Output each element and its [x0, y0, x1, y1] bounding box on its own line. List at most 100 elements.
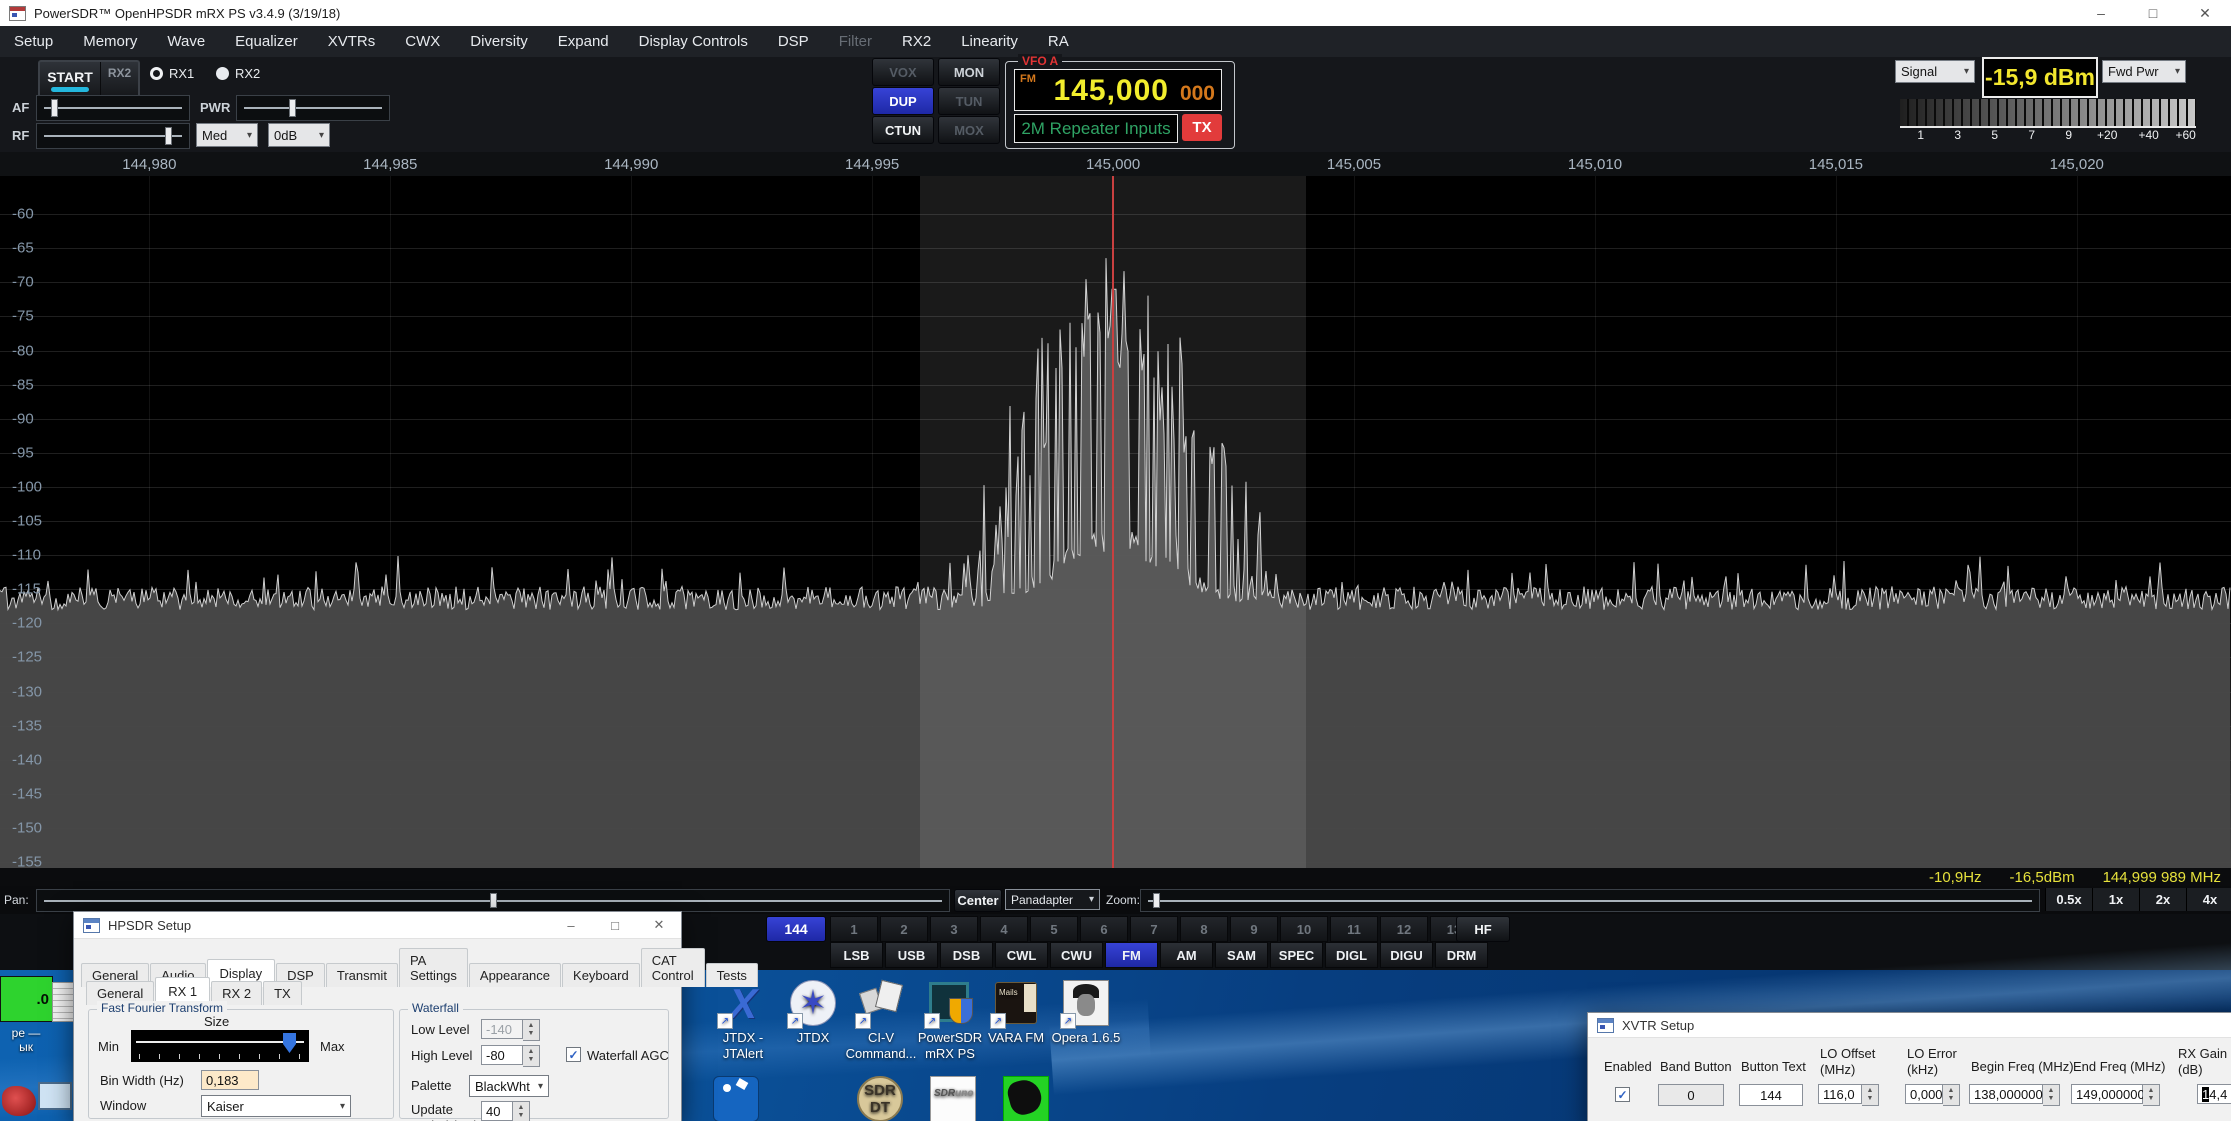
- mode-dsb-button[interactable]: DSB: [940, 942, 993, 968]
- high-level-spinner[interactable]: -80 ▲▼: [481, 1045, 540, 1067]
- spinner-up-icon[interactable]: ▲: [528, 1048, 535, 1056]
- setup-subtab-tx[interactable]: TX: [263, 981, 302, 1005]
- spinner-down-icon[interactable]: ▼: [2048, 1095, 2055, 1103]
- desktop-icon-vara-fm[interactable]: Mails ↗ VARA FM: [978, 980, 1054, 1046]
- spinner-down-icon[interactable]: ▼: [528, 1056, 535, 1064]
- desktop-icon-red[interactable]: [2, 1086, 36, 1116]
- spinner-up-icon[interactable]: ▲: [1948, 1087, 1955, 1095]
- maximize-icon[interactable]: □: [593, 913, 637, 937]
- menu-item-display-controls[interactable]: Display Controls: [639, 33, 748, 50]
- rx1-radio[interactable]: RX1: [150, 66, 194, 81]
- rx2-toggle-button[interactable]: RX2: [100, 62, 138, 98]
- close-icon[interactable]: ✕: [2179, 1, 2231, 26]
- mox-button[interactable]: MOX: [938, 116, 1000, 144]
- xvtr-end-freq-spinner[interactable]: 149,000000 ▲▼: [2071, 1084, 2160, 1106]
- mode-digl-button[interactable]: DIGL: [1325, 942, 1378, 968]
- spinner-down-icon[interactable]: ▼: [2148, 1095, 2155, 1103]
- rx-meter-select[interactable]: Signal▾: [1895, 60, 1975, 83]
- xvtr-enabled-checkbox[interactable]: ✓: [1615, 1087, 1630, 1102]
- palette-select[interactable]: BlackWht▾: [469, 1075, 549, 1097]
- spinner-up-icon[interactable]: ▲: [1867, 1087, 1874, 1095]
- band-hf-button[interactable]: HF: [1456, 916, 1510, 942]
- tx-indicator-button[interactable]: TX: [1182, 114, 1222, 141]
- maximize-icon[interactable]: □: [2127, 1, 2179, 26]
- rf-slider[interactable]: [36, 123, 190, 149]
- band-6-button[interactable]: 6: [1080, 916, 1128, 942]
- band-7-button[interactable]: 7: [1130, 916, 1178, 942]
- menu-item-ra[interactable]: RA: [1048, 33, 1069, 50]
- mon-button[interactable]: MON: [938, 58, 1000, 86]
- desktop-icon-partial-green[interactable]: .0: [0, 976, 53, 1022]
- desktop-icon-civ-commander[interactable]: ↗ CI-V Command...: [843, 980, 919, 1063]
- zoom-4x-button[interactable]: 4x: [2186, 888, 2231, 911]
- start-button[interactable]: START: [40, 62, 100, 98]
- menu-item-equalizer[interactable]: Equalizer: [235, 33, 298, 50]
- setup-tab-tests[interactable]: Tests: [706, 963, 758, 987]
- xvtr-band-button-field[interactable]: 0: [1658, 1084, 1724, 1106]
- pwr-slider-thumb[interactable]: [289, 99, 296, 117]
- tx-meter-select[interactable]: Fwd Pwr▾: [2102, 60, 2186, 83]
- band-1-button[interactable]: 1: [830, 916, 878, 942]
- menu-item-wave[interactable]: Wave: [167, 33, 205, 50]
- menu-item-xvtrs[interactable]: XVTRs: [328, 33, 376, 50]
- mode-cwl-button[interactable]: CWL: [995, 942, 1048, 968]
- desktop-icon-network-computers[interactable]: [38, 1082, 72, 1110]
- menu-item-memory[interactable]: Memory: [83, 33, 137, 50]
- vox-button[interactable]: VOX: [872, 58, 934, 86]
- menu-item-diversity[interactable]: Diversity: [470, 33, 528, 50]
- mode-spec-button[interactable]: SPEC: [1270, 942, 1323, 968]
- agc-select[interactable]: Med▾: [196, 123, 258, 147]
- spinner-down-icon[interactable]: ▼: [528, 1030, 535, 1038]
- desktop-icon-powersdr[interactable]: ↗ PowerSDR mRX PS: [912, 980, 988, 1063]
- minimize-icon[interactable]: –: [549, 913, 593, 937]
- desktop-icon-opera[interactable]: ↗ Opera 1.6.5: [1048, 980, 1124, 1046]
- xvtr-titlebar[interactable]: XVTR Setup: [1588, 1013, 2231, 1038]
- menu-item-cwx[interactable]: CWX: [405, 33, 440, 50]
- close-icon[interactable]: ✕: [637, 913, 681, 937]
- desktop-icon-green-app[interactable]: [988, 1076, 1064, 1121]
- desktop-icon-jtdx-jtalert[interactable]: X ↗ JTDX - JTAlert: [705, 980, 781, 1063]
- band-144-button[interactable]: 144: [766, 916, 826, 942]
- spinner-down-icon[interactable]: ▼: [1948, 1095, 1955, 1103]
- xvtr-begin-freq-spinner[interactable]: 138,000000 ▲▼: [1969, 1084, 2060, 1106]
- band-11-button[interactable]: 11: [1330, 916, 1378, 942]
- display-mode-select[interactable]: Panadapter▾: [1005, 889, 1100, 910]
- mode-cwu-button[interactable]: CWU: [1050, 942, 1103, 968]
- low-level-spinner[interactable]: -140 ▲▼: [481, 1019, 540, 1041]
- mode-am-button[interactable]: AM: [1160, 942, 1213, 968]
- spinner-up-icon[interactable]: ▲: [518, 1104, 525, 1112]
- waterfall-agc-checkbox[interactable]: ✓: [566, 1047, 581, 1062]
- mode-digu-button[interactable]: DIGU: [1380, 942, 1433, 968]
- minimize-icon[interactable]: –: [2075, 1, 2127, 26]
- mode-sam-button[interactable]: SAM: [1215, 942, 1268, 968]
- menu-item-expand[interactable]: Expand: [558, 33, 609, 50]
- spinner-up-icon[interactable]: ▲: [2148, 1087, 2155, 1095]
- bin-width-field[interactable]: 0,183: [201, 1070, 259, 1090]
- setup-tab-pa-settings[interactable]: PA Settings: [399, 948, 468, 987]
- zoom-slider[interactable]: [1140, 889, 2040, 912]
- desktop-icon-sdruno[interactable]: SDRuno: [915, 1076, 991, 1121]
- rx2-radio[interactable]: RX2: [216, 66, 260, 81]
- tun-button[interactable]: TUN: [938, 87, 1000, 115]
- band-5-button[interactable]: 5: [1030, 916, 1078, 942]
- setup-tab-keyboard[interactable]: Keyboard: [562, 963, 640, 987]
- xvtr-button-text-field[interactable]: 144: [1739, 1084, 1803, 1106]
- desktop-icon-jtdx[interactable]: ✶ ↗ JTDX: [775, 980, 851, 1046]
- ctun-button[interactable]: CTUN: [872, 116, 934, 144]
- zoom-slider-thumb[interactable]: [1153, 893, 1160, 908]
- band-9-button[interactable]: 9: [1230, 916, 1278, 942]
- mode-fm-button[interactable]: FM: [1105, 942, 1158, 968]
- zoom-0-5x-button[interactable]: 0.5x: [2045, 888, 2092, 911]
- pan-slider-thumb[interactable]: [490, 893, 497, 908]
- fft-size-slider-thumb[interactable]: [283, 1033, 296, 1053]
- fft-size-slider[interactable]: [131, 1030, 309, 1062]
- band-3-button[interactable]: 3: [930, 916, 978, 942]
- band-8-button[interactable]: 8: [1180, 916, 1228, 942]
- window-select[interactable]: Kaiser▾: [201, 1095, 351, 1117]
- spectrum-plot[interactable]: -60-65-70-75-80-85-90-95-100-105-110-115…: [0, 176, 2231, 868]
- menu-item-linearity[interactable]: Linearity: [961, 33, 1018, 50]
- band-4-button[interactable]: 4: [980, 916, 1028, 942]
- band-2-button[interactable]: 2: [880, 916, 928, 942]
- menu-item-setup[interactable]: Setup: [14, 33, 53, 50]
- zoom-2x-button[interactable]: 2x: [2139, 888, 2186, 911]
